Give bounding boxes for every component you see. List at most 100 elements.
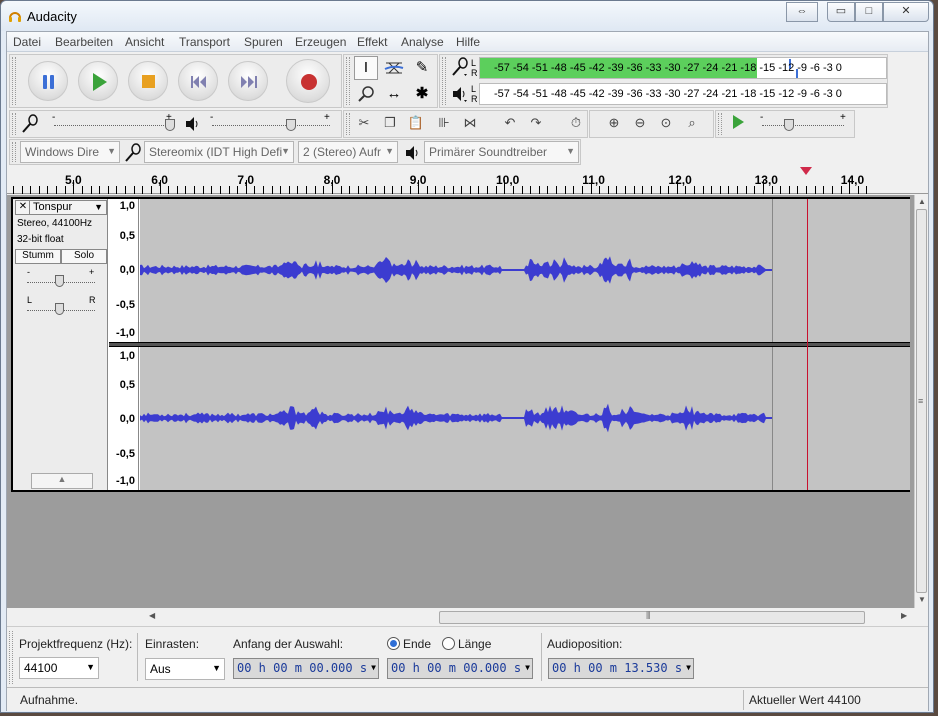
length-radio-label[interactable]: Länge [458, 637, 491, 651]
fit-project-button[interactable]: ⌕ [680, 112, 704, 136]
ruler-minor-tick [168, 186, 170, 194]
skip-to-end-button[interactable] [228, 61, 268, 101]
horizontal-scroll-thumb[interactable]: ⦀ [439, 611, 865, 624]
trim-button[interactable]: ⊪ [432, 112, 456, 136]
title-bar[interactable]: Audacity ⇔ ▭ □ ✕ [1, 1, 933, 31]
zoom-in-button[interactable]: ⊕ [602, 112, 626, 136]
input-volume-slider[interactable]: - + [50, 112, 176, 131]
audio-host-select[interactable]: Windows Dire ▼ [20, 141, 120, 163]
copy-button[interactable]: ❐ [378, 112, 402, 136]
vertical-scrollbar[interactable]: ▲ ≡ ▼ [914, 195, 928, 608]
silence-button[interactable]: ⋈ [458, 112, 482, 136]
end-radio-label[interactable]: Ende [403, 637, 431, 651]
scroll-right-arrow[interactable]: ▶ [901, 611, 907, 620]
draw-tool[interactable]: ✎ [410, 56, 434, 80]
envelope-icon [384, 62, 404, 74]
gain-thumb[interactable] [55, 275, 64, 287]
collapse-track-button[interactable]: ▲ [31, 473, 93, 489]
ruler-minor-tick [857, 186, 859, 194]
cut-button[interactable]: ✂ [352, 112, 376, 136]
audio-position-time[interactable]: 00 h 00 m 13.530 s ▼ [548, 658, 694, 679]
toolbar-grip[interactable] [12, 142, 16, 162]
track-panel[interactable]: ✕ Tonspur ▼ Stereo, 44100Hz 32-bit float… [7, 195, 928, 608]
scroll-left-arrow[interactable]: ◀ [149, 611, 155, 620]
playback-meter[interactable]: -57 -54 -51 -48 -45 -42 -39 -36 -33 -30 … [479, 83, 887, 105]
paste-button[interactable]: 📋 [404, 112, 428, 136]
record-button[interactable] [286, 59, 330, 103]
ruler-minor-tick [331, 180, 333, 194]
toolbar-grip[interactable] [12, 57, 16, 105]
pan-slider[interactable]: L R [25, 295, 97, 319]
project-rate-select[interactable]: 44100 ▼ [19, 657, 99, 679]
menu-hilfe[interactable]: Hilfe [456, 35, 480, 49]
menu-spuren[interactable]: Spuren [244, 35, 283, 49]
maximize-button[interactable]: □ [855, 2, 883, 22]
toolbar-grip[interactable] [442, 57, 446, 105]
pan-thumb[interactable] [55, 303, 64, 315]
output-device-select[interactable]: Primärer Soundtreiber ▼ [424, 141, 579, 163]
magnifier-icon [358, 86, 374, 102]
toolbar-grip[interactable] [12, 113, 16, 135]
playback-speed-thumb[interactable] [784, 119, 794, 131]
track-close-button[interactable]: ✕ [17, 201, 30, 214]
output-volume-thumb[interactable] [286, 119, 296, 131]
end-radio[interactable] [387, 637, 400, 650]
sync-lock-button[interactable]: ⏱ [564, 112, 588, 136]
input-device-select[interactable]: Stereomix (IDT High Defi ▼ [144, 141, 294, 163]
redo-button[interactable]: ↷ [524, 112, 548, 136]
menu-erzeugen[interactable]: Erzeugen [295, 35, 346, 49]
zoom-tool[interactable] [354, 82, 378, 106]
restore-size-button[interactable]: ⇔ [786, 2, 818, 22]
toolbar-grip[interactable] [9, 631, 13, 684]
minimize-button[interactable]: ▭ [827, 2, 855, 22]
envelope-tool[interactable] [382, 56, 406, 80]
scroll-down-arrow[interactable]: ▼ [918, 595, 926, 604]
mute-button[interactable]: Stumm [15, 249, 61, 264]
selection-start-time[interactable]: 00 h 00 m 00.000 s ▼ [233, 658, 379, 679]
play-meter-speaker-icon[interactable] [450, 84, 470, 104]
input-volume-thumb[interactable] [165, 119, 175, 131]
empty-track-region[interactable] [772, 199, 910, 342]
gain-slider[interactable]: - + [25, 267, 97, 291]
length-radio[interactable] [442, 637, 455, 650]
track-name-menu[interactable]: Tonspur [33, 201, 72, 213]
menu-bearbeiten[interactable]: Bearbeiten [55, 35, 113, 49]
menu-ansicht[interactable]: Ansicht [125, 35, 164, 49]
record-meter-mic-icon[interactable] [450, 57, 470, 79]
redo-icon: ↷ [530, 115, 542, 130]
playback-speed-slider[interactable]: - + [758, 112, 848, 131]
skip-to-start-button[interactable] [178, 61, 218, 101]
toolbar-grip[interactable] [346, 113, 350, 135]
horizontal-scrollbar[interactable]: ◀ ⦀ ▶ [139, 610, 914, 625]
empty-track-region[interactable] [772, 347, 910, 490]
close-button[interactable]: ✕ [883, 2, 929, 22]
multi-tool[interactable]: ✱ [410, 82, 434, 106]
toolbar-grip[interactable] [718, 113, 722, 135]
vertical-scroll-thumb[interactable]: ≡ [916, 209, 927, 593]
pause-button[interactable] [28, 61, 68, 101]
menu-transport[interactable]: Transport [179, 35, 230, 49]
stop-button[interactable] [128, 61, 168, 101]
fit-selection-button[interactable]: ⊙ [654, 112, 678, 136]
selection-tool[interactable]: I [354, 56, 378, 80]
menu-datei[interactable]: Datei [13, 35, 41, 49]
toolbar-grip[interactable] [346, 57, 350, 105]
play-button[interactable] [78, 61, 118, 101]
selection-end-time[interactable]: 00 h 00 m 00.000 s ▼ [387, 658, 533, 679]
snap-select[interactable]: Aus ▼ [145, 658, 225, 680]
chevron-down-icon[interactable]: ▼ [94, 202, 103, 212]
menu-analyse[interactable]: Analyse [401, 35, 444, 49]
zoom-out-button[interactable]: ⊖ [628, 112, 652, 136]
timeshift-tool[interactable]: ↔ [382, 82, 406, 106]
audio-track[interactable]: ✕ Tonspur ▼ Stereo, 44100Hz 32-bit float… [11, 197, 910, 492]
ruler-minor-tick [642, 186, 644, 194]
output-volume-slider[interactable]: - + [208, 112, 334, 131]
scroll-up-arrow[interactable]: ▲ [918, 197, 926, 206]
undo-button[interactable]: ↶ [498, 112, 522, 136]
record-meter[interactable]: -57 -54 -51 -48 -45 -42 -39 -36 -33 -30 … [479, 57, 887, 79]
menu-effekt[interactable]: Effekt [357, 35, 387, 49]
play-at-speed-button[interactable] [726, 112, 750, 136]
solo-button[interactable]: Solo [61, 249, 107, 264]
timeline-ruler[interactable]: 5,06,07,08,09,010,011,012,013,014,0 [7, 166, 928, 194]
input-channels-select[interactable]: 2 (Stereo) Aufr ▼ [298, 141, 398, 163]
